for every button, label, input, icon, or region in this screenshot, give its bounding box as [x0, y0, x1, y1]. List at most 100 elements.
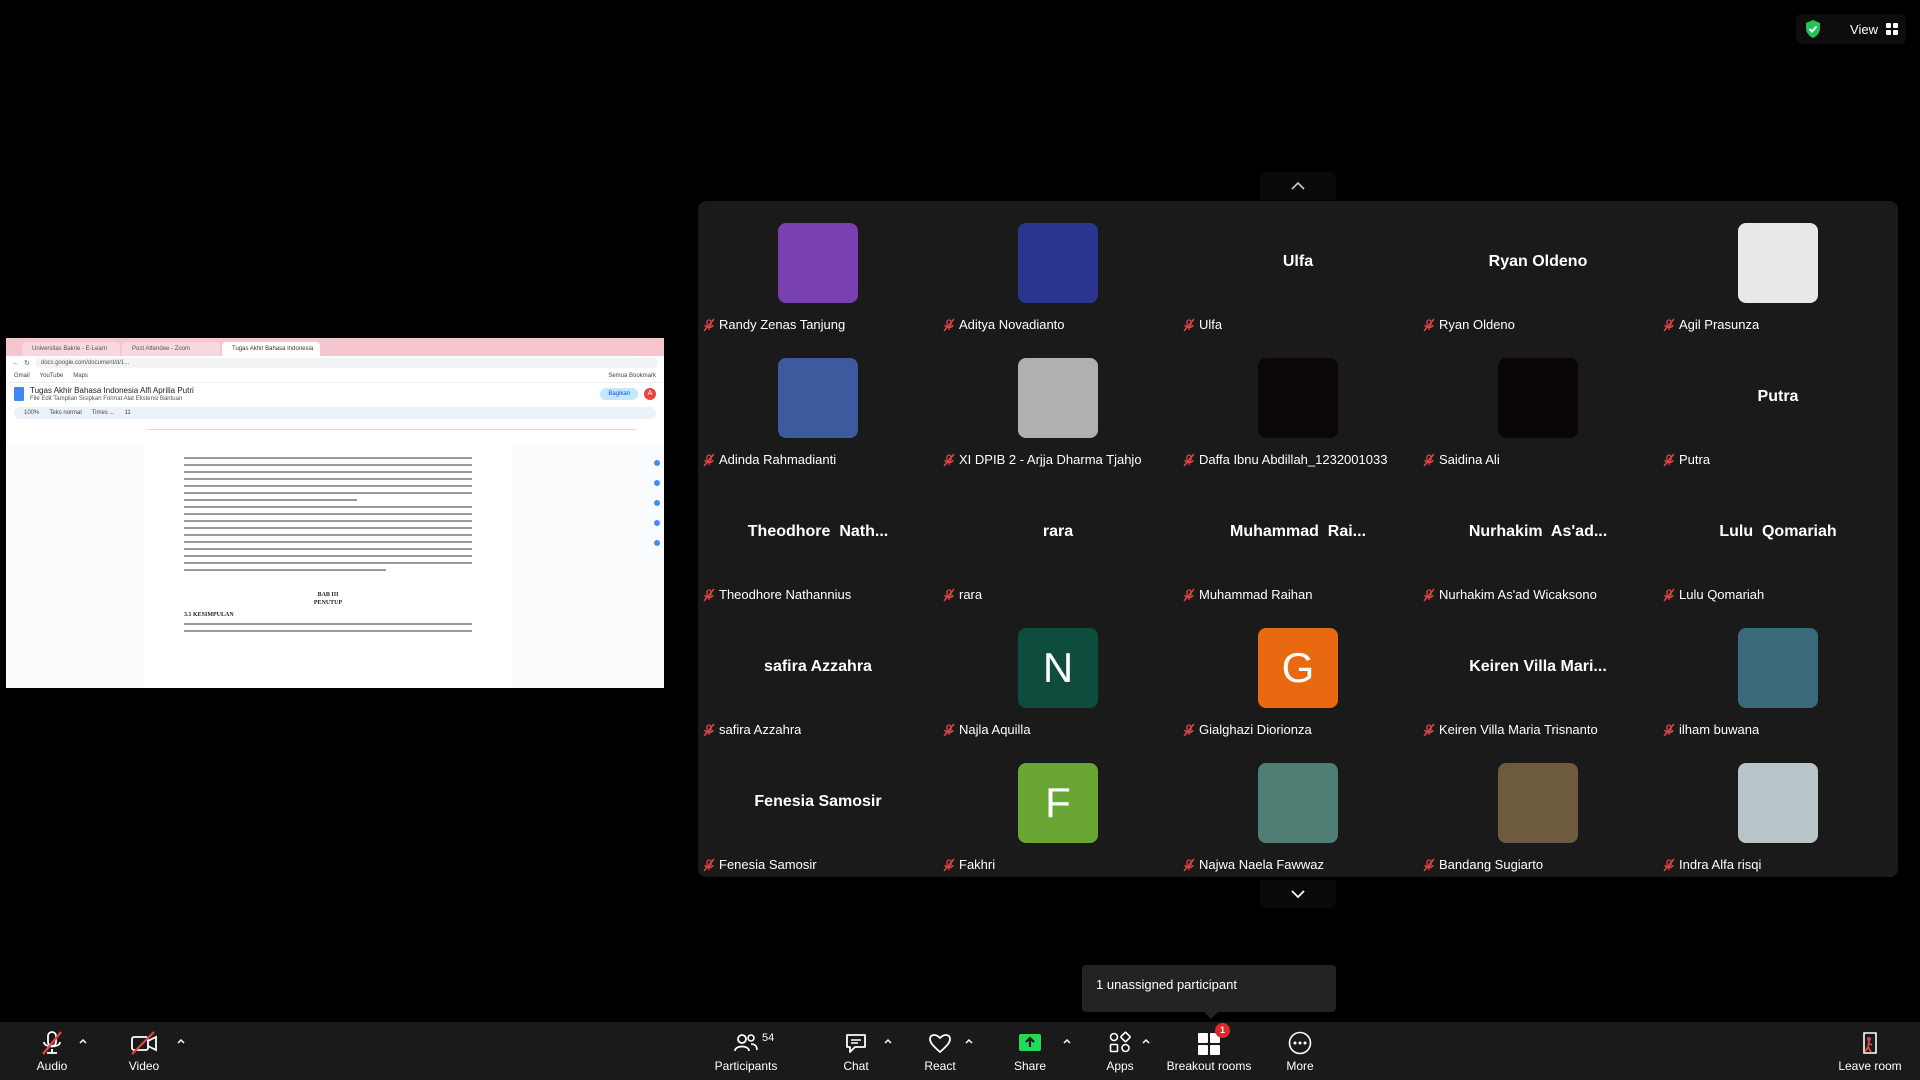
participant-tile[interactable]: Keiren Villa Mari... Keiren Villa Maria T…: [1418, 606, 1658, 741]
participant-tile[interactable]: Fenesia Samosir Fenesia Samosir: [698, 741, 938, 876]
participant-avatar: [1258, 358, 1338, 438]
audio-button[interactable]: Audio: [30, 1022, 74, 1080]
participant-tile[interactable]: Agil Prasunza: [1658, 201, 1898, 336]
avatar-initial: G: [1281, 644, 1315, 691]
participant-name-label: Daffa Ibnu Abdillah_1232001033: [1182, 452, 1387, 467]
participant-tile[interactable]: Indra Alfa risqi: [1658, 741, 1898, 876]
participant-name: Agil Prasunza: [1679, 317, 1760, 332]
font-size: 11: [124, 410, 131, 416]
mic-muted-icon: [1663, 858, 1675, 871]
participant-tile[interactable]: Randy Zenas Tanjung: [698, 201, 938, 336]
gallery-scroll-up[interactable]: [1260, 172, 1336, 200]
bookmark-maps[interactable]: Maps: [73, 373, 88, 379]
participant-tile[interactable]: G Gialghazi Diorionza: [1178, 606, 1418, 741]
participant-name: safira Azzahra: [719, 722, 802, 737]
bookmark-gmail[interactable]: Gmail: [14, 373, 30, 379]
participant-name-label: XI DPIB 2 - Arjja Dharma Tjahjo: [942, 452, 1142, 467]
apps-button[interactable]: Apps: [1102, 1022, 1138, 1080]
docs-side-panel: [650, 446, 664, 688]
participant-tile[interactable]: XI DPIB 2 - Arjja Dharma Tjahjo: [938, 336, 1178, 471]
participant-name-label: Fakhri: [942, 857, 995, 872]
mic-muted-icon: [1423, 723, 1435, 736]
apps-options-caret-icon[interactable]: [1141, 1036, 1151, 1046]
more-label: More: [1286, 1059, 1314, 1073]
doc-header: Tugas Akhir Bahasa Indonesia Alfi Aprili…: [6, 383, 664, 405]
participant-avatar: [1018, 223, 1098, 303]
participant-display-name: Keiren Villa Mari...: [1469, 658, 1607, 675]
unassigned-tooltip: 1 unassigned participant: [1082, 965, 1336, 1019]
share-options-caret-icon[interactable]: [1062, 1036, 1072, 1046]
participant-tile[interactable]: Bandang Sugiarto: [1418, 741, 1658, 876]
video-button[interactable]: Video: [124, 1022, 164, 1080]
participant-avatar: [1498, 763, 1578, 843]
participant-tile[interactable]: F Fakhri: [938, 741, 1178, 876]
participant-tile[interactable]: ilham buwana: [1658, 606, 1898, 741]
browser-tab[interactable]: Universitas Bakrie - E-Learn: [22, 342, 120, 356]
browser-tab[interactable]: Post Attendee - Zoom: [122, 342, 220, 356]
mic-muted-icon: [1183, 318, 1195, 331]
participant-name-label: Aditya Novadianto: [942, 317, 1065, 332]
participant-tile[interactable]: safira Azzahra safira Azzahra: [698, 606, 938, 741]
participant-name-label: Theodhore Nathannius: [702, 587, 851, 602]
mic-muted-icon: [943, 588, 955, 601]
gallery-scroll-down[interactable]: [1260, 880, 1336, 908]
view-button[interactable]: View: [1850, 22, 1898, 37]
participants-button[interactable]: Participants: [714, 1022, 778, 1080]
participant-tile[interactable]: Ryan Oldeno Ryan Oldeno: [1418, 201, 1658, 336]
bookmark-all[interactable]: Semua Bookmark: [608, 373, 656, 379]
mic-muted-icon: [1423, 588, 1435, 601]
participant-tile[interactable]: rara rara: [938, 471, 1178, 606]
security-shield-icon[interactable]: [1804, 19, 1822, 39]
participant-name-label: Indra Alfa risqi: [1662, 857, 1761, 872]
breakout-rooms-button[interactable]: 1 Breakout rooms: [1166, 1022, 1252, 1080]
top-bar: View: [1796, 14, 1906, 44]
audio-options-caret-icon[interactable]: [78, 1036, 88, 1046]
participant-name: Ulfa: [1199, 317, 1223, 332]
participant-tile[interactable]: Adinda Rahmadianti: [698, 336, 938, 471]
participant-name-label: Najla Aquilla: [942, 722, 1031, 737]
participant-name-label: Randy Zenas Tanjung: [702, 317, 845, 332]
react-options-caret-icon[interactable]: [964, 1036, 974, 1046]
reload-icon[interactable]: ↻: [24, 359, 30, 367]
breakout-badge: 1: [1215, 1023, 1230, 1038]
mic-muted-icon: [1663, 318, 1675, 331]
participant-tile[interactable]: Saidina Ali: [1418, 336, 1658, 471]
participant-name: Fenesia Samosir: [719, 857, 817, 872]
chat-options-caret-icon[interactable]: [883, 1036, 893, 1046]
participant-display-name: Nurhakim As'ad...: [1468, 523, 1608, 540]
back-icon[interactable]: ←: [12, 360, 19, 367]
section-heading: 3.1 KESIMPULAN: [184, 612, 234, 618]
mic-muted-icon: [1423, 858, 1435, 871]
participant-name: XI DPIB 2 - Arjja Dharma Tjahjo: [959, 452, 1142, 467]
react-button[interactable]: React: [922, 1022, 958, 1080]
mic-muted-icon: [703, 588, 715, 601]
url-field[interactable]: docs.google.com/document/d/1...: [34, 358, 658, 368]
view-grid-icon: [1886, 23, 1898, 35]
participant-tile[interactable]: Nurhakim As'ad... Nurhakim As'ad Wicakson…: [1418, 471, 1658, 606]
participant-tile[interactable]: Putra Putra: [1658, 336, 1898, 471]
leave-room-button[interactable]: Leave room: [1834, 1022, 1906, 1080]
participant-tile[interactable]: Muhammad Rai... Muhammad Raihan: [1178, 471, 1418, 606]
more-button[interactable]: More: [1282, 1022, 1318, 1080]
participant-tile[interactable]: N Najla Aquilla: [938, 606, 1178, 741]
shared-screen[interactable]: Universitas Bakrie - E-Learn Post Attend…: [6, 338, 664, 688]
participant-display-name: rara: [1042, 523, 1074, 540]
browser-tab-active[interactable]: Tugas Akhir Bahasa Indonesia: [222, 342, 320, 356]
participant-tile[interactable]: Daffa Ibnu Abdillah_1232001033: [1178, 336, 1418, 471]
mic-muted-icon: [42, 1031, 62, 1055]
participant-tile[interactable]: Theodhore Nath... Theodhore Nathannius: [698, 471, 938, 606]
chat-icon: [846, 1034, 866, 1053]
font-select: Times ...: [91, 410, 115, 416]
bookmark-youtube[interactable]: YouTube: [40, 373, 64, 379]
participant-name-label: Nurhakim As'ad Wicaksono: [1422, 587, 1597, 602]
participant-name-label: Adinda Rahmadianti: [702, 452, 836, 467]
chat-button[interactable]: Chat: [838, 1022, 874, 1080]
share-button[interactable]: Share: [1012, 1022, 1048, 1080]
participant-name: Randy Zenas Tanjung: [719, 317, 846, 332]
participant-tile[interactable]: Lulu Qomariah Lulu Qomariah: [1658, 471, 1898, 606]
video-options-caret-icon[interactable]: [176, 1036, 186, 1046]
participant-tile[interactable]: Aditya Novadianto: [938, 201, 1178, 336]
participant-tile[interactable]: Ulfa Ulfa: [1178, 201, 1418, 336]
mic-muted-icon: [943, 318, 955, 331]
participant-tile[interactable]: Najwa Naela Fawwaz: [1178, 741, 1418, 876]
